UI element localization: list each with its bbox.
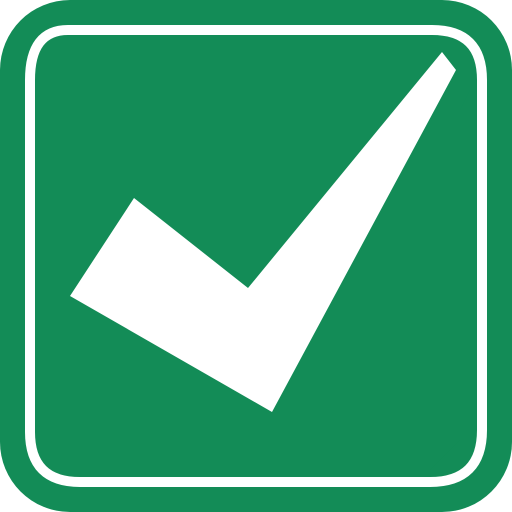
checkbox-icon-svg <box>0 0 512 512</box>
checkbox-checked[interactable] <box>0 0 512 512</box>
